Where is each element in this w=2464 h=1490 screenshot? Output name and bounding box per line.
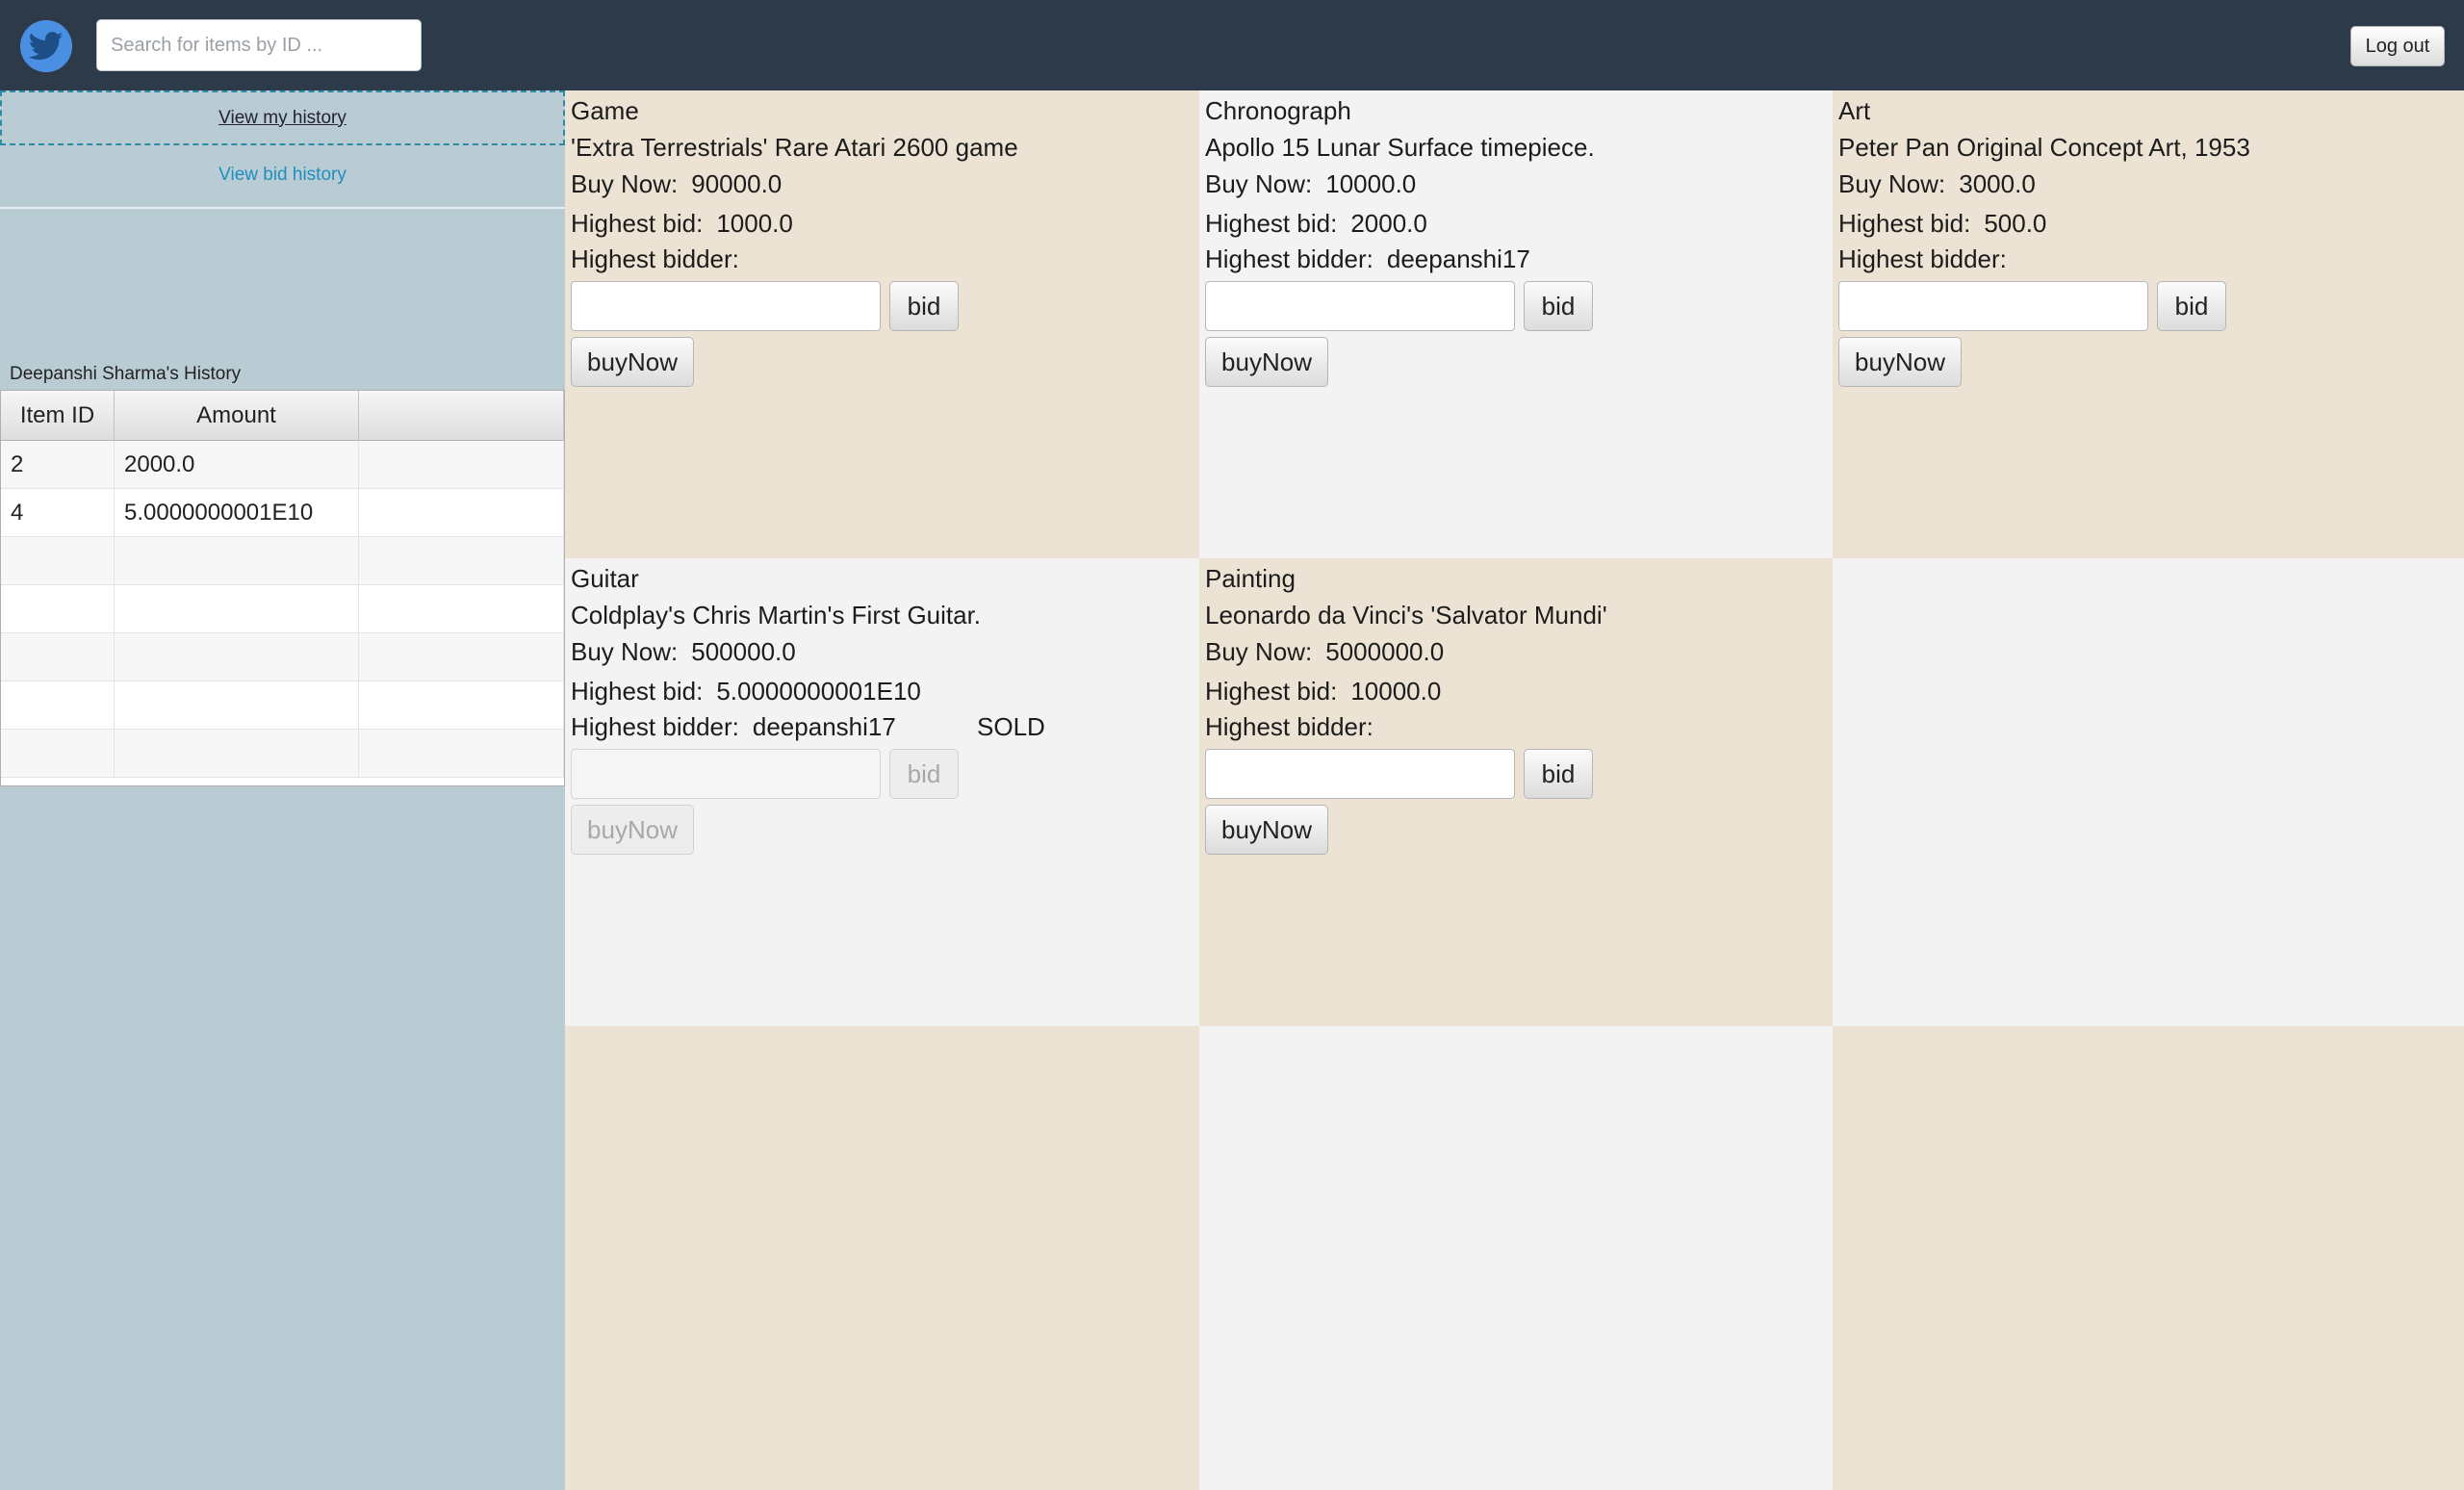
item-description: Leonardo da Vinci's 'Salvator Mundi' [1205, 601, 1607, 629]
item-description: Coldplay's Chris Martin's First Guitar. [571, 601, 982, 629]
highest-bidder: Highest bidder: [571, 244, 739, 273]
empty-table-row [1, 681, 564, 730]
highest-bid: Highest bid: 10000.0 [1205, 677, 1442, 706]
highest-bidder: Highest bidder: deepanshi17 [1205, 244, 1530, 273]
buy-now-button[interactable]: buyNow [1838, 337, 1962, 387]
empty-grid-cell [1833, 1026, 2464, 1490]
bid-button[interactable]: bid [2157, 281, 2226, 331]
view-bid-history-link[interactable]: View bid history [0, 147, 565, 203]
bid-amount-input [571, 749, 881, 799]
item-card-art: Art Peter Pan Original Concept Art, 1953… [1833, 90, 2464, 558]
cell-amount: 2000.0 [115, 441, 359, 489]
empty-table-row [1, 633, 564, 681]
logout-button[interactable]: Log out [2350, 26, 2445, 66]
column-header-amount[interactable]: Amount [115, 391, 359, 441]
buy-now-price: Buy Now: 500000.0 [571, 637, 796, 666]
buy-now-price: Buy Now: 3000.0 [1838, 169, 2036, 198]
empty-grid-cell [1199, 1026, 1833, 1490]
buy-now-price: Buy Now: 90000.0 [571, 169, 783, 198]
highest-bid: Highest bid: 2000.0 [1205, 209, 1427, 238]
highest-bid: Highest bid: 500.0 [1838, 209, 2047, 238]
table-row[interactable]: 2 2000.0 [1, 441, 564, 489]
buy-now-button: buyNow [571, 805, 694, 855]
item-card-guitar: Guitar Coldplay's Chris Martin's First G… [565, 558, 1199, 1026]
item-description: Apollo 15 Lunar Surface timepiece. [1205, 133, 1595, 162]
top-bar: Log out [0, 0, 2464, 90]
empty-grid-cell [1833, 558, 2464, 1026]
bid-amount-input[interactable] [1205, 749, 1515, 799]
empty-table-row [1, 585, 564, 633]
bid-button[interactable]: bid [1524, 281, 1593, 331]
highest-bidder: Highest bidder: [1205, 712, 1373, 741]
buy-now-price: Buy Now: 10000.0 [1205, 169, 1417, 198]
cell-item-id: 2 [1, 441, 115, 489]
bid-amount-input[interactable] [571, 281, 881, 331]
sold-status: SOLD [977, 712, 1045, 741]
buy-now-button[interactable]: buyNow [571, 337, 694, 387]
column-header-filler [359, 391, 564, 441]
sidebar-divider [0, 207, 565, 209]
highest-bidder: Highest bidder: deepanshi17 [571, 712, 896, 741]
empty-grid-cell [565, 1026, 1199, 1490]
search-input[interactable] [96, 19, 422, 71]
cell-empty [359, 441, 564, 489]
twitter-bird-glyph [29, 32, 64, 61]
bid-button: bid [889, 749, 959, 799]
buy-now-button[interactable]: buyNow [1205, 337, 1328, 387]
history-table[interactable]: Item ID Amount 2 2000.0 4 5.0000000001E1… [0, 390, 565, 786]
column-header-item-id[interactable]: Item ID [1, 391, 115, 441]
sidebar: View my history View bid history Deepans… [0, 90, 565, 1490]
item-category: Art [1838, 96, 1871, 125]
items-grid: Game 'Extra Terrestrials' Rare Atari 260… [565, 90, 2464, 1490]
item-description: Peter Pan Original Concept Art, 1953 [1838, 133, 2250, 162]
bid-button[interactable]: bid [1524, 749, 1593, 799]
bid-button[interactable]: bid [889, 281, 959, 331]
item-category: Painting [1205, 564, 1296, 593]
item-category: Game [571, 96, 639, 125]
highest-bid: Highest bid: 5.0000000001E10 [571, 677, 921, 706]
highest-bidder: Highest bidder: [1838, 244, 2007, 273]
cell-amount: 5.0000000001E10 [115, 489, 359, 537]
table-row[interactable]: 4 5.0000000001E10 [1, 489, 564, 537]
highest-bid: Highest bid: 1000.0 [571, 209, 793, 238]
view-my-history-link[interactable]: View my history [0, 90, 565, 145]
empty-table-row [1, 730, 564, 778]
bid-amount-input[interactable] [1838, 281, 2148, 331]
twitter-bird-icon[interactable] [20, 20, 72, 72]
bid-amount-input[interactable] [1205, 281, 1515, 331]
item-card-game: Game 'Extra Terrestrials' Rare Atari 260… [565, 90, 1199, 558]
history-table-body: 2 2000.0 4 5.0000000001E10 [1, 441, 564, 778]
cell-item-id: 4 [1, 489, 115, 537]
cell-empty [359, 489, 564, 537]
history-title: Deepanshi Sharma's History [10, 364, 242, 384]
item-category: Guitar [571, 564, 639, 593]
buy-now-price: Buy Now: 5000000.0 [1205, 637, 1445, 666]
item-description: 'Extra Terrestrials' Rare Atari 2600 gam… [571, 133, 1018, 162]
history-table-header: Item ID Amount [1, 391, 564, 441]
item-card-chronograph: Chronograph Apollo 15 Lunar Surface time… [1199, 90, 1833, 558]
buy-now-button[interactable]: buyNow [1205, 805, 1328, 855]
empty-table-row [1, 537, 564, 585]
item-card-painting: Painting Leonardo da Vinci's 'Salvator M… [1199, 558, 1833, 1026]
item-category: Chronograph [1205, 96, 1351, 125]
